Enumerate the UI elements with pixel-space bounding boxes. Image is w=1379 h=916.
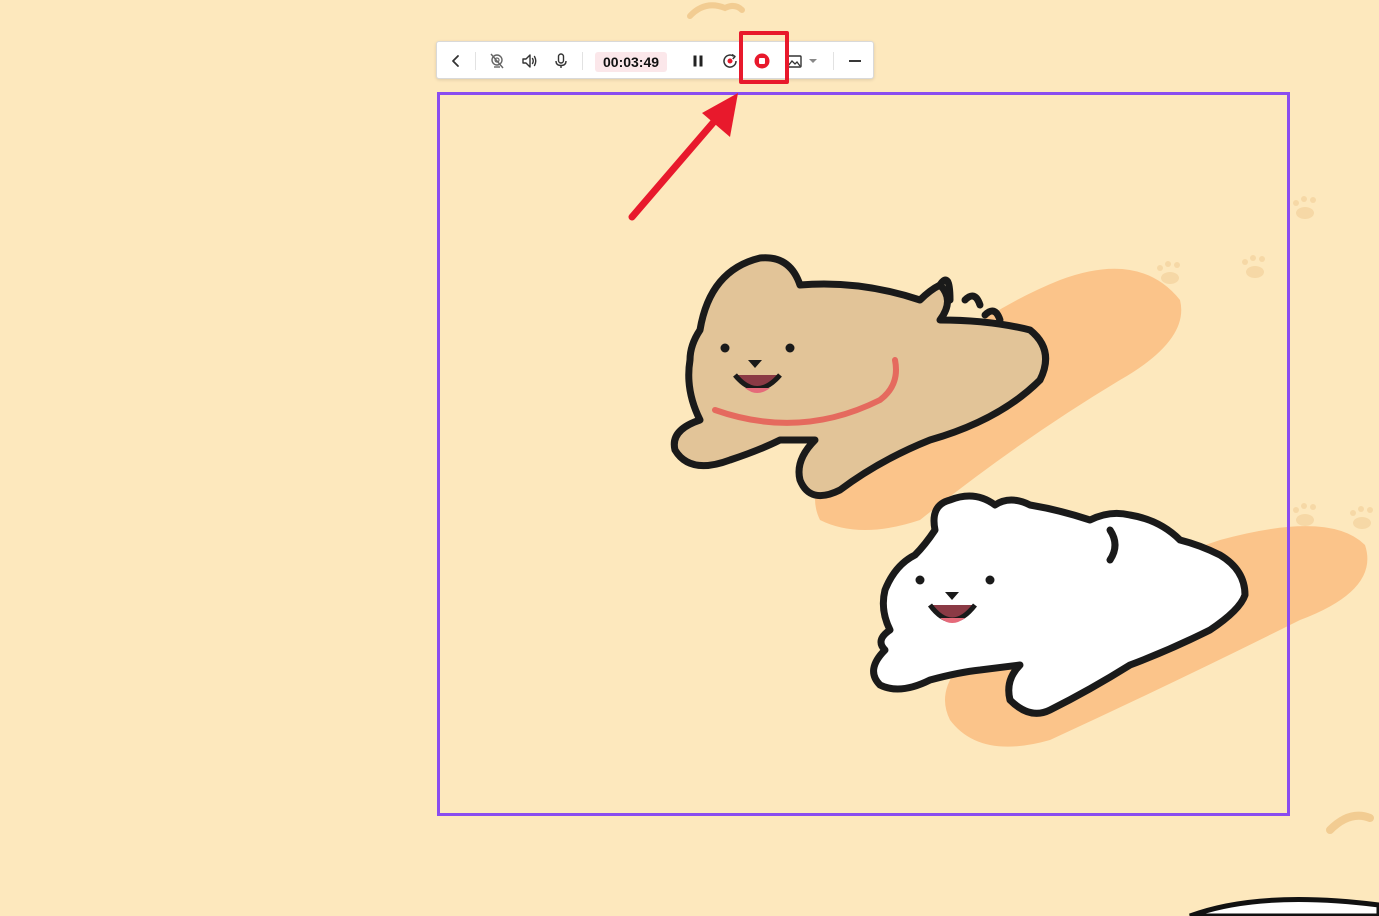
screenshot-options-dropdown[interactable] (805, 48, 821, 74)
system-audio-button[interactable] (516, 48, 542, 74)
speaker-icon (522, 54, 537, 68)
recording-toolbar: 00:03:49 (436, 41, 874, 79)
toolbar-divider (475, 52, 476, 70)
stop-button[interactable] (749, 48, 775, 74)
caret-down-icon (809, 59, 817, 63)
red-arrow-icon (628, 93, 738, 221)
microphone-button[interactable] (548, 48, 574, 74)
minimize-button[interactable] (842, 48, 868, 74)
toolbar-divider (582, 52, 583, 70)
recording-timer: 00:03:49 (595, 52, 668, 72)
stop-icon (754, 53, 770, 69)
pause-button[interactable] (685, 48, 711, 74)
image-icon (786, 55, 802, 68)
capture-region-frame[interactable] (437, 92, 1290, 816)
toolbar-divider (833, 52, 834, 70)
webcam-toggle-button[interactable] (484, 48, 510, 74)
microphone-icon (555, 53, 567, 68)
webcam-off-icon (490, 53, 504, 69)
screenshot-button[interactable] (781, 48, 807, 74)
pause-icon (693, 55, 703, 67)
restart-icon (723, 53, 737, 68)
back-button[interactable] (443, 48, 469, 74)
minimize-icon (849, 60, 861, 62)
restart-button[interactable] (717, 48, 743, 74)
chevron-left-icon (452, 55, 459, 67)
